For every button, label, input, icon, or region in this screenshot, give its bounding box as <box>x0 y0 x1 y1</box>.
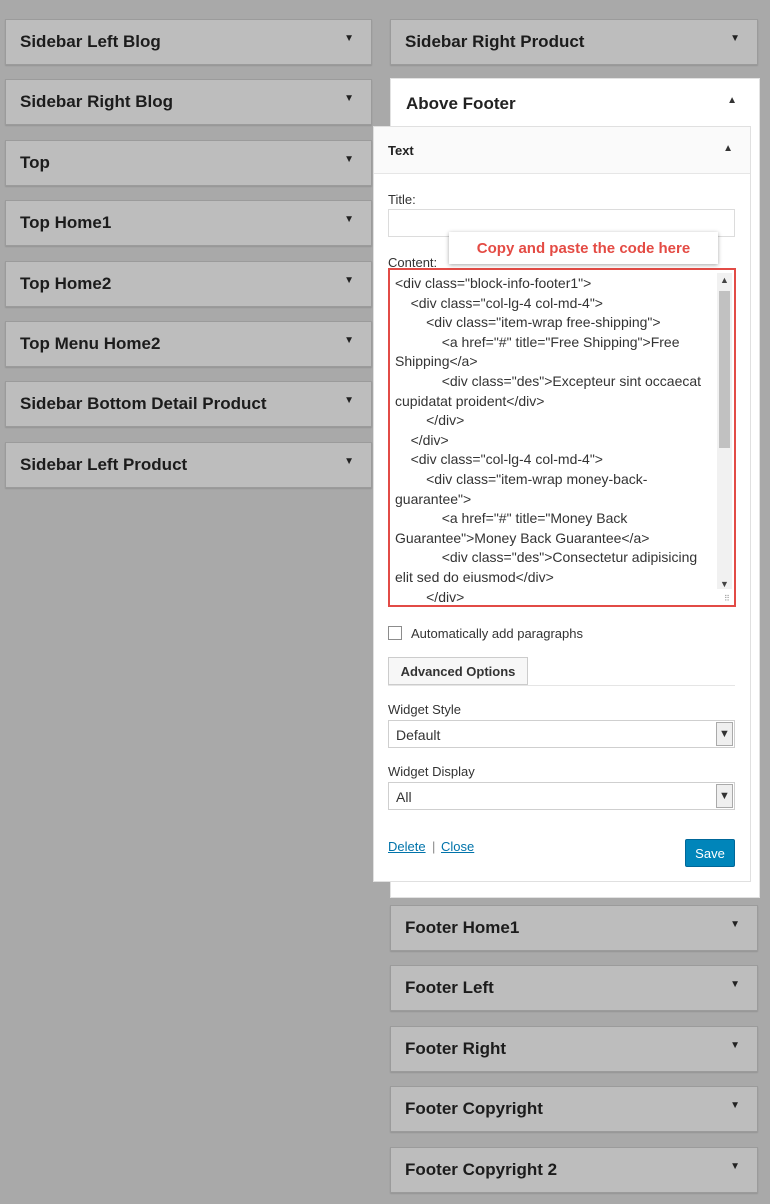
sidebar-title: Sidebar Left Blog <box>20 32 161 51</box>
sidebar-panel-footer-copyright[interactable]: Footer Copyright ▼ <box>390 1086 758 1132</box>
sidebar-title: Footer Copyright <box>405 1099 543 1118</box>
expand-arrow-icon[interactable]: ▼ <box>344 93 354 104</box>
sidebar-title: Sidebar Right Blog <box>20 92 173 111</box>
expand-arrow-icon[interactable]: ▼ <box>344 214 354 225</box>
scroll-up-arrow-icon[interactable]: ▲ <box>717 275 732 285</box>
sidebar-panel-footer-home1[interactable]: Footer Home1 ▼ <box>390 905 758 951</box>
widget-title: Text <box>388 143 414 158</box>
title-label: Title: <box>388 192 416 207</box>
content-code[interactable]: <div class="block-info-footer1"> <div cl… <box>395 274 717 605</box>
chevron-down-icon[interactable]: ▼ <box>716 784 733 808</box>
chevron-down-icon[interactable]: ▼ <box>716 722 733 746</box>
sidebar-panel-sidebar-right-product[interactable]: Sidebar Right Product ▼ <box>390 19 758 65</box>
widget-display-value: All <box>396 789 412 805</box>
expand-arrow-icon[interactable]: ▼ <box>344 33 354 44</box>
expand-arrow-icon[interactable]: ▼ <box>344 154 354 165</box>
sidebar-title: Footer Copyright 2 <box>405 1160 558 1179</box>
expand-arrow-icon[interactable]: ▼ <box>730 1040 740 1051</box>
annotation-callout: Copy and paste the code here <box>449 232 718 264</box>
sidebar-title: Sidebar Bottom Detail Product <box>20 394 267 413</box>
save-button[interactable]: Save <box>685 839 735 867</box>
sidebar-panel-sidebar-bottom-detail-product[interactable]: Sidebar Bottom Detail Product ▼ <box>5 381 372 427</box>
sidebar-title: Top <box>20 153 50 172</box>
close-link[interactable]: Close <box>441 839 474 854</box>
collapse-arrow-icon[interactable]: ▲ <box>727 95 737 106</box>
sidebar-title: Footer Left <box>405 978 494 997</box>
collapse-arrow-icon[interactable]: ▲ <box>723 143 733 154</box>
expand-arrow-icon[interactable]: ▼ <box>730 919 740 930</box>
widget-style-value: Default <box>396 727 441 743</box>
sidebar-title: Footer Right <box>405 1039 507 1058</box>
sidebar-panel-top[interactable]: Top ▼ <box>5 140 372 186</box>
sidebar-panel-top-menu-home2[interactable]: Top Menu Home2 ▼ <box>5 321 372 367</box>
sidebar-panel-sidebar-left-blog[interactable]: Sidebar Left Blog ▼ <box>5 19 372 65</box>
sidebar-title: Sidebar Right Product <box>405 32 585 51</box>
widget-style-label: Widget Style <box>388 702 461 717</box>
widget-display-label: Widget Display <box>388 764 475 779</box>
expand-arrow-icon[interactable]: ▼ <box>344 275 354 286</box>
expand-arrow-icon[interactable]: ▼ <box>344 335 354 346</box>
sidebar-panel-footer-right[interactable]: Footer Right ▼ <box>390 1026 758 1072</box>
expand-arrow-icon[interactable]: ▼ <box>730 979 740 990</box>
expand-arrow-icon[interactable]: ▼ <box>730 33 740 44</box>
sidebar-panel-top-home2[interactable]: Top Home2 ▼ <box>5 261 372 307</box>
sidebar-title: Top Home2 <box>20 274 112 293</box>
expand-arrow-icon[interactable]: ▼ <box>730 1161 740 1172</box>
auto-paragraphs-checkbox[interactable] <box>388 626 402 640</box>
expand-arrow-icon[interactable]: ▼ <box>344 456 354 467</box>
delete-link[interactable]: Delete <box>388 839 426 854</box>
widget-display-select[interactable]: All ▼ <box>388 782 735 810</box>
scrollbar-thumb[interactable] <box>719 291 730 448</box>
widget-style-select[interactable]: Default ▼ <box>388 720 735 748</box>
advanced-options-label: Advanced Options <box>400 663 516 679</box>
sidebar-title: Top Home1 <box>20 213 112 232</box>
expand-arrow-icon[interactable]: ▼ <box>344 395 354 406</box>
sidebar-title: Footer Home1 <box>405 918 520 937</box>
advanced-options-tab[interactable]: Advanced Options <box>388 657 528 685</box>
sidebar-panel-footer-left[interactable]: Footer Left ▼ <box>390 965 758 1011</box>
expand-arrow-icon[interactable]: ▼ <box>730 1100 740 1111</box>
sidebar-panel-footer-copyright-2[interactable]: Footer Copyright 2 ▼ <box>390 1147 758 1193</box>
textarea-scrollbar[interactable]: ▲ ▼ <box>717 273 732 589</box>
scroll-down-arrow-icon[interactable]: ▼ <box>717 579 732 589</box>
divider <box>388 685 735 686</box>
sidebar-panel-sidebar-right-blog[interactable]: Sidebar Right Blog ▼ <box>5 79 372 125</box>
widget-header[interactable]: Text ▲ <box>374 127 750 174</box>
auto-paragraphs-label: Automatically add paragraphs <box>411 626 583 641</box>
content-textarea[interactable]: <div class="block-info-footer1"> <div cl… <box>388 268 736 607</box>
sidebar-title: Top Menu Home2 <box>20 334 161 353</box>
sidebar-title: Above Footer <box>406 94 516 113</box>
sidebar-title: Sidebar Left Product <box>20 455 188 474</box>
save-label: Save <box>695 845 725 861</box>
sidebar-panel-sidebar-left-product[interactable]: Sidebar Left Product ▼ <box>5 442 372 488</box>
callout-text: Copy and paste the code here <box>476 239 691 257</box>
resize-grip-icon[interactable]: ⠿ <box>724 595 732 603</box>
link-separator: | <box>432 839 436 854</box>
sidebar-panel-top-home1[interactable]: Top Home1 ▼ <box>5 200 372 246</box>
